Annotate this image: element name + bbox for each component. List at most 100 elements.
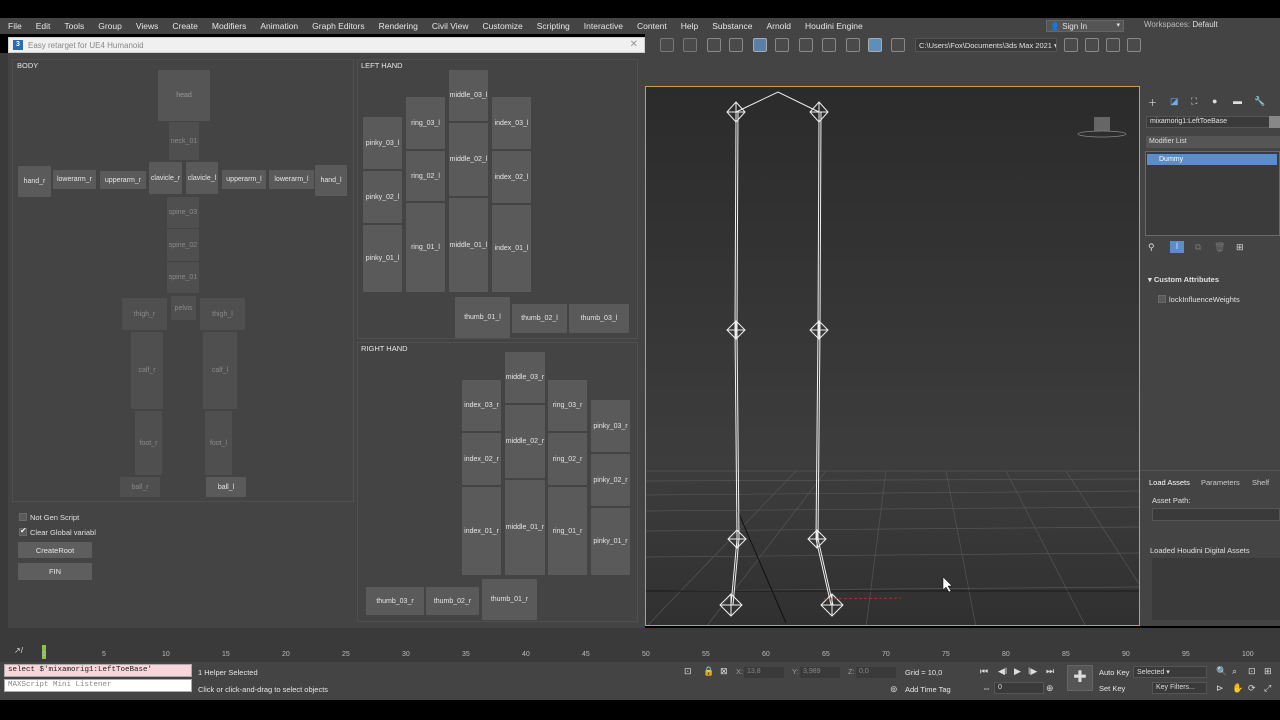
project-folder-icon[interactable] (1064, 38, 1078, 52)
previous-frame-icon[interactable]: ◀ǀ (998, 666, 1007, 677)
zoom-extents-all-icon[interactable]: ⊞ (1264, 666, 1272, 677)
lowerarm-r-button[interactable]: lowerarm_r (53, 170, 96, 189)
toggle-ribbon-icon[interactable] (753, 38, 767, 52)
custom-attributes-rollout[interactable]: ▾ Custom Attributes (1148, 275, 1219, 284)
spine-01-button[interactable]: spine_01 (167, 262, 199, 293)
upperarm-r-button[interactable]: upperarm_r (100, 171, 146, 189)
object-color-swatch[interactable] (1269, 116, 1280, 128)
create-tab-icon[interactable]: ＋ (1148, 96, 1157, 109)
lowerarm-l-button[interactable]: lowerarm_l (269, 170, 314, 189)
menu-animation[interactable]: Animation (253, 21, 305, 31)
index-01-l-button[interactable]: index_01_l (492, 205, 531, 292)
tab-load-assets[interactable]: Load Assets (1149, 478, 1190, 487)
auto-key-button[interactable]: Auto Key (1099, 668, 1129, 677)
pinky-02-l-button[interactable]: pinky_02_l (363, 171, 402, 223)
timeline-toggle-icon[interactable]: ↗/ (14, 646, 23, 655)
middle-01-r-button[interactable]: middle_01_r (505, 480, 545, 575)
thumb-02-l-button[interactable]: thumb_02_l (512, 304, 567, 333)
upperarm-l-button[interactable]: upperarm_l (222, 170, 266, 189)
clear-global-checkbox[interactable] (19, 526, 27, 536)
add-time-tag[interactable]: Add Time Tag (905, 685, 951, 694)
ring-02-l-button[interactable]: ring_02_l (406, 151, 445, 201)
zoom-icon[interactable]: 🔍 (1216, 666, 1227, 677)
ring-03-r-button[interactable]: ring_03_r (548, 380, 587, 431)
menu-create[interactable]: Create (165, 21, 205, 31)
menu-houdini-engine[interactable]: Houdini Engine (798, 21, 870, 31)
maximize-viewport-icon[interactable]: ⤢ (1264, 683, 1271, 694)
menu-tools[interactable]: Tools (57, 21, 91, 31)
mirror-icon[interactable] (660, 38, 674, 52)
thumb-01-l-button[interactable]: thumb_01_l (455, 297, 510, 338)
isolate-selection-icon[interactable]: ⊡ (684, 666, 692, 677)
tab-parameters[interactable]: Parameters (1201, 478, 1240, 487)
current-frame-field[interactable]: 0 (994, 682, 1044, 694)
menu-civil-view[interactable]: Civil View (425, 21, 476, 31)
go-to-end-icon[interactable]: ⏭ (1046, 666, 1054, 677)
configure-sets-icon[interactable]: ⊞ (1236, 242, 1244, 253)
make-unique-icon[interactable]: ⧉ (1195, 242, 1201, 253)
pelvis-button[interactable]: pelvis (171, 296, 196, 320)
layer-explorer-icon[interactable] (729, 38, 743, 52)
neck-button[interactable]: neck_01 (169, 122, 199, 160)
workspaces-selector[interactable]: Workspaces: Default (1144, 20, 1218, 29)
thigh-l-button[interactable]: thigh_l (200, 298, 245, 330)
sign-in-dropdown[interactable]: 👤 Sign In ▾ (1046, 20, 1124, 32)
spine-03-button[interactable]: spine_03 (167, 197, 199, 228)
pan-icon[interactable]: ✋ (1232, 683, 1243, 694)
clavicle-r-button[interactable]: clavicle_r (149, 162, 182, 194)
index-02-r-button[interactable]: index_02_r (462, 433, 501, 485)
viewcube-icon[interactable] (1094, 117, 1110, 131)
create-root-button[interactable]: CreateRoot (18, 542, 92, 558)
go-to-start-icon[interactable]: ⏮ (980, 666, 988, 677)
z-coordinate-field[interactable]: 0,0 (856, 667, 896, 678)
schematic-view-icon[interactable] (799, 38, 813, 52)
ring-01-r-button[interactable]: ring_01_r (548, 487, 587, 575)
thumb-03-r-button[interactable]: thumb_03_r (366, 587, 424, 615)
set-key-button[interactable]: Set Key (1099, 684, 1125, 693)
object-name-field[interactable]: mixamorig1:LeftToeBase (1146, 116, 1270, 128)
pinky-01-l-button[interactable]: pinky_01_l (363, 225, 402, 292)
hand-r-button[interactable]: hand_r (18, 166, 51, 197)
curve-editor-icon[interactable] (775, 38, 789, 52)
middle-01-l-button[interactable]: middle_01_l (449, 198, 488, 292)
utilities-tab-icon[interactable]: 🔧 (1254, 96, 1265, 107)
menu-substance[interactable]: Substance (705, 21, 759, 31)
maxscript-output[interactable]: select $'mixamorig1:LeftToeBase' (4, 664, 192, 677)
hierarchy-tab-icon[interactable]: ⛶ (1191, 96, 1197, 107)
project-path-dropdown[interactable]: C:\Users\Fox\Documents\3ds Max 2021 ▾ (915, 38, 1057, 52)
stack-item-dummy[interactable]: Dummy (1147, 154, 1277, 165)
selection-set-dropdown[interactable]: Selected ▾ (1133, 666, 1207, 678)
next-frame-icon[interactable]: ǀ▶ (1028, 666, 1037, 677)
middle-03-r-button[interactable]: middle_03_r (505, 352, 545, 403)
menu-modifiers[interactable]: Modifiers (205, 21, 253, 31)
key-filters-button[interactable]: Key Filters... (1152, 682, 1207, 694)
calf-r-button[interactable]: calf_r (131, 332, 163, 409)
menu-edit[interactable]: Edit (29, 21, 58, 31)
thigh-r-button[interactable]: thigh_r (122, 298, 167, 330)
menu-graph-editors[interactable]: Graph Editors (305, 21, 371, 31)
perspective-viewport[interactable] (645, 86, 1140, 626)
menu-views[interactable]: Views (129, 21, 166, 31)
menu-customize[interactable]: Customize (476, 21, 530, 31)
archive-project-icon[interactable] (1127, 38, 1141, 52)
field-of-view-icon[interactable]: ⊳ (1216, 683, 1224, 694)
pinky-02-r-button[interactable]: pinky_02_r (591, 454, 630, 506)
ring-03-l-button[interactable]: ring_03_l (406, 97, 445, 149)
ring-02-r-button[interactable]: ring_02_r (548, 433, 587, 485)
set-keys-button[interactable]: ✚ (1067, 665, 1093, 691)
display-tab-icon[interactable]: ▬ (1233, 96, 1242, 106)
loaded-assets-list[interactable] (1152, 558, 1280, 620)
menu-help[interactable]: Help (674, 21, 705, 31)
middle-03-l-button[interactable]: middle_03_l (449, 70, 488, 121)
menu-content[interactable]: Content (630, 21, 674, 31)
render-setup-icon[interactable] (846, 38, 860, 52)
clavicle-l-button[interactable]: clavicle_l (186, 162, 218, 194)
play-icon[interactable]: ▶ (1014, 666, 1021, 677)
menu-scripting[interactable]: Scripting (530, 21, 577, 31)
y-coordinate-field[interactable]: 3,989 (800, 667, 840, 678)
middle-02-l-button[interactable]: middle_02_l (449, 123, 488, 196)
pin-stack-icon[interactable]: ⚲ (1148, 242, 1155, 253)
ring-01-l-button[interactable]: ring_01_l (406, 203, 445, 292)
pinky-03-l-button[interactable]: pinky_03_l (363, 117, 402, 169)
close-icon[interactable]: ✕ (630, 39, 638, 50)
